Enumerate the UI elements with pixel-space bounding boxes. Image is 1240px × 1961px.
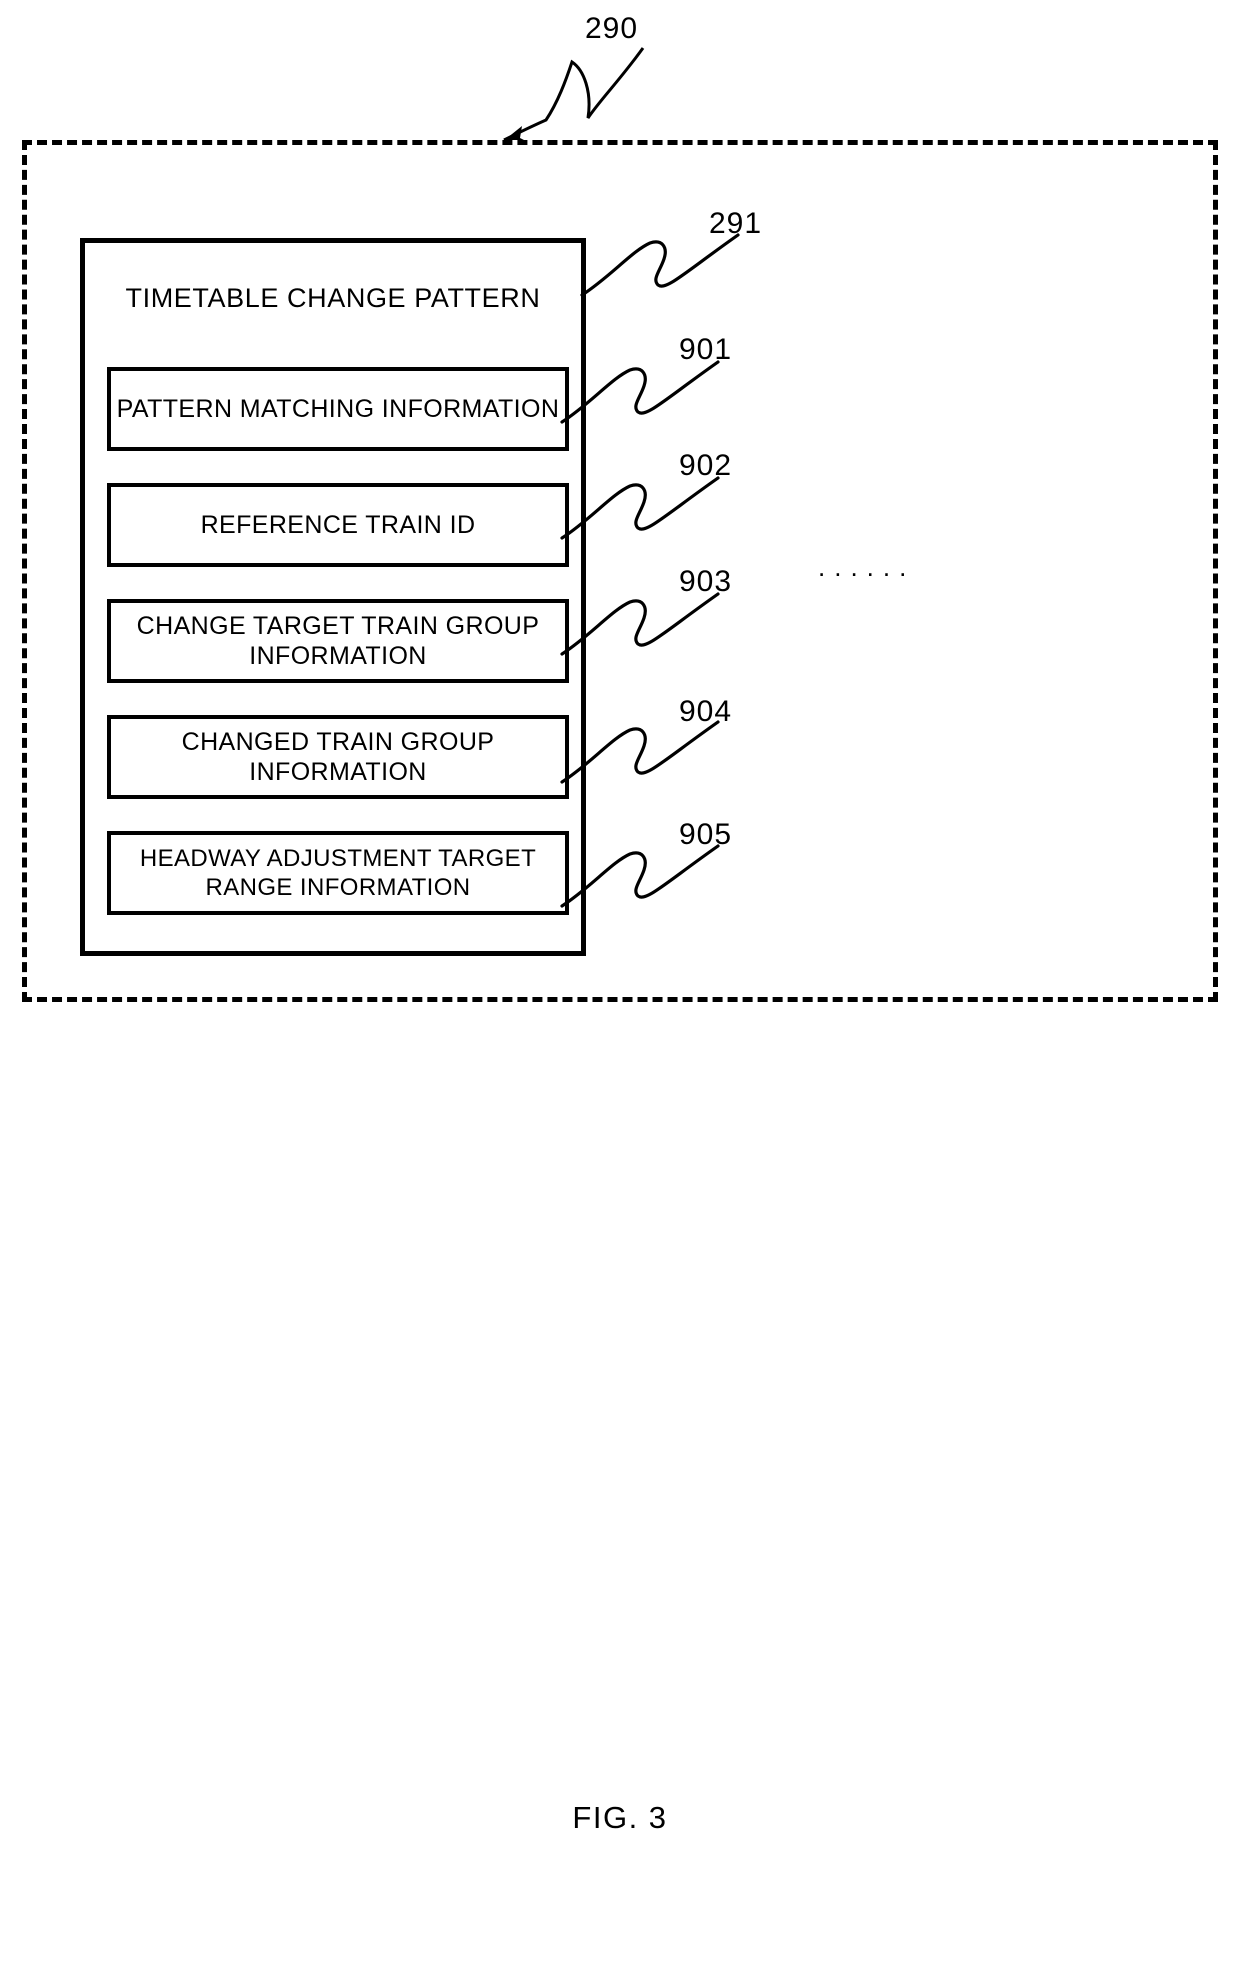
field-label-905: HEADWAY ADJUSTMENT TARGET RANGE INFORMAT… [139,844,537,901]
timetable-change-pattern-box: TIMETABLE CHANGE PATTERN PATTERN MATCHIN… [80,238,586,956]
ref-numeral-905: 905 [679,818,733,851]
field-label-904: CHANGED TRAIN GROUP INFORMATION [181,727,495,787]
more-patterns-ellipsis: ...... [818,552,916,582]
ref-numeral-291: 291 [709,207,763,240]
ref-numeral-902: 902 [679,449,733,482]
field-box-headway-adjustment-target-range-information: HEADWAY ADJUSTMENT TARGET RANGE INFORMAT… [107,831,569,915]
field-label-903: CHANGE TARGET TRAIN GROUP INFORMATION [136,611,540,671]
ref-numeral-904: 904 [679,695,733,728]
ref-numeral-901: 901 [679,333,733,366]
field-label-902: REFERENCE TRAIN ID [200,510,476,539]
field-box-change-target-train-group-information: CHANGE TARGET TRAIN GROUP INFORMATION [107,599,569,683]
field-label-901: PATTERN MATCHING INFORMATION [116,394,560,423]
field-box-pattern-matching-information: PATTERN MATCHING INFORMATION [107,367,569,451]
figure-caption: FIG. 3 [572,1800,668,1835]
field-box-reference-train-id: REFERENCE TRAIN ID [107,483,569,567]
timetable-change-pattern-title: TIMETABLE CHANGE PATTERN [125,283,541,313]
ref-numeral-903: 903 [679,565,733,598]
ref-numeral-290: 290 [585,12,639,45]
field-box-changed-train-group-information: CHANGED TRAIN GROUP INFORMATION [107,715,569,799]
leader-line-290-icon [502,47,645,142]
